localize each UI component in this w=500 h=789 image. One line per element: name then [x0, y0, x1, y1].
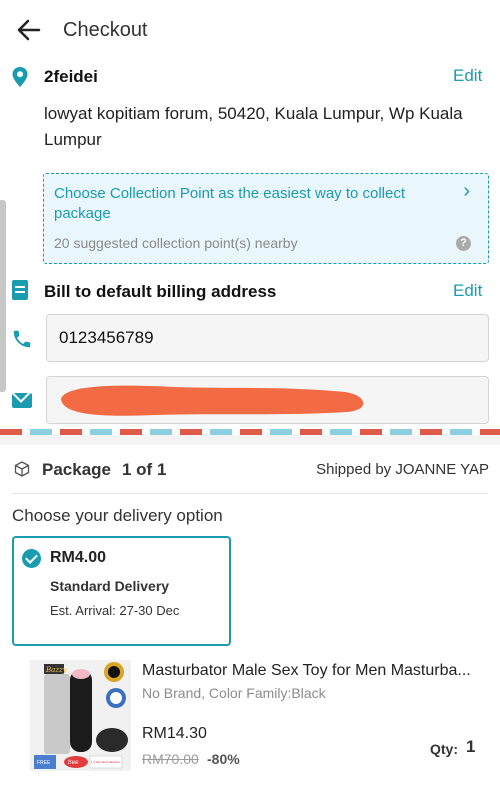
location-pin-icon — [12, 67, 28, 87]
help-icon[interactable]: ? — [456, 236, 471, 251]
quantity-label: Qty: — [430, 741, 458, 757]
collection-point-banner[interactable]: Choose Collection Point as the easiest w… — [43, 173, 489, 264]
quantity-value: 1 — [466, 737, 476, 756]
collection-point-subtitle: 20 suggested collection point(s) nearby — [54, 235, 298, 251]
back-arrow-icon[interactable] — [14, 15, 44, 45]
phone-field[interactable]: 0123456789 — [46, 314, 489, 362]
delivery-option-heading: Choose your delivery option — [12, 506, 223, 525]
package-icon — [14, 461, 30, 477]
billing-address-label: Bill to default billing address — [44, 282, 277, 301]
check-circle-icon — [22, 549, 41, 568]
shipped-by-label: Shipped by JOANNE YAP — [316, 461, 489, 478]
product-variant: No Brand, Color Family:Black — [142, 685, 326, 701]
scroll-edge-handle[interactable] — [0, 200, 6, 392]
product-title[interactable]: Masturbator Male Sex Toy for Men Masturb… — [142, 662, 492, 680]
redaction-scribble — [61, 385, 364, 416]
recipient-name: 2feidei — [44, 67, 98, 86]
delivery-name: Standard Delivery — [50, 578, 170, 594]
section-separator — [0, 435, 500, 445]
product-discount: -80% — [207, 751, 240, 767]
header-bar: Checkout — [0, 0, 500, 62]
product-thumbnail[interactable]: Bazzy FREE free 1 x Sex Gel Lubricant — [30, 660, 131, 771]
delivery-eta: Est. Arrival: 27-30 Dec — [50, 603, 180, 618]
page-title: Checkout — [63, 19, 148, 41]
shipping-address: lowyat kopitiam forum, 50420, Kuala Lump… — [44, 104, 463, 149]
gift-label-text: 1 x Sex Gel Lubricant — [91, 760, 120, 764]
phone-icon — [13, 330, 31, 348]
product-original-price: RM70.00 — [142, 751, 199, 767]
product-brand-text: Bazzy — [45, 666, 68, 674]
package-label: Package — [42, 460, 111, 479]
product-price: RM14.30 — [142, 725, 207, 742]
edit-shipping-button[interactable]: Edit — [453, 66, 482, 86]
delivery-option-standard[interactable]: RM4.00 Standard Delivery Est. Arrival: 2… — [12, 536, 231, 646]
edit-billing-button[interactable]: Edit — [453, 281, 482, 301]
delivery-price: RM4.00 — [50, 549, 107, 566]
free-gift-text: free — [68, 760, 79, 766]
divider — [12, 493, 488, 494]
mail-icon — [12, 393, 32, 408]
billing-doc-icon — [12, 280, 28, 300]
collection-point-title: Choose Collection Point as the easiest w… — [54, 185, 406, 222]
free-badge-text: FREE — [37, 760, 51, 766]
email-field[interactable] — [46, 376, 489, 424]
package-count: 1 of 1 — [122, 460, 167, 479]
chevron-right-icon: › — [463, 180, 470, 202]
